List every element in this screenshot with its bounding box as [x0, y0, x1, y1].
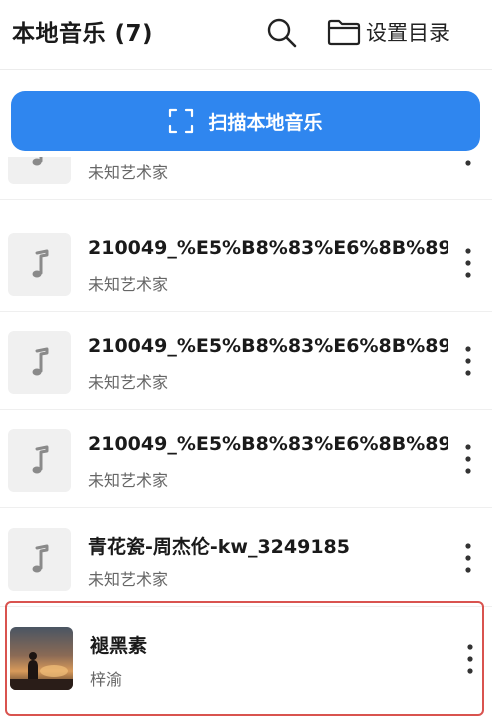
- music-note-icon: [32, 544, 49, 573]
- album-cover-image: [10, 627, 73, 690]
- more-options-button[interactable]: [455, 639, 485, 679]
- song-artist: 未知艺术家: [88, 373, 169, 392]
- more-options-button[interactable]: [453, 243, 483, 283]
- top-bar: 本地音乐 (7) 设置目录: [0, 0, 492, 70]
- song-artist: 未知艺术家: [88, 471, 169, 490]
- song-title: 210049_%E5%B8%83%E6%8B%89...: [88, 335, 448, 357]
- more-options-button[interactable]: [453, 538, 483, 578]
- song-cover: [8, 429, 71, 492]
- music-note-icon: [32, 347, 49, 376]
- more-vertical-icon: [465, 346, 471, 376]
- song-list-item-selected[interactable]: 褪黑素 梓渝: [5, 601, 484, 716]
- song-artist: 未知艺术家: [88, 570, 169, 589]
- search-button[interactable]: [265, 16, 299, 50]
- more-vertical-icon: [465, 160, 471, 166]
- page-title: 本地音乐 (7): [12, 21, 154, 47]
- song-list-item[interactable]: 210049_%E5%B8%83%E6%8B%89... 未知艺术家: [0, 312, 492, 410]
- song-cover: [8, 157, 71, 184]
- set-directory-label: 设置目录: [366, 21, 450, 45]
- scan-icon: [169, 108, 194, 134]
- song-list[interactable]: 未知艺术家 210049_%E5%B8%83%E6%8B%89... 未知艺术家: [0, 157, 492, 722]
- music-note-icon: [32, 157, 43, 166]
- song-list-item[interactable]: 青花瓷-周杰伦-kw_3249185 未知艺术家: [0, 509, 492, 607]
- more-vertical-icon: [467, 644, 473, 674]
- music-note-icon: [32, 445, 49, 474]
- music-note-icon: [32, 249, 49, 278]
- scan-local-music-button[interactable]: 扫描本地音乐: [11, 91, 480, 151]
- more-vertical-icon: [465, 543, 471, 573]
- song-cover: [8, 331, 71, 394]
- song-title: 褪黑素: [90, 635, 148, 657]
- song-artist: 梓渝: [90, 670, 123, 689]
- album-art: [10, 627, 73, 690]
- song-cover: [8, 233, 71, 296]
- more-options-button[interactable]: [453, 439, 483, 479]
- song-list-item[interactable]: 未知艺术家: [0, 157, 492, 200]
- search-icon: [267, 18, 297, 48]
- song-list-item[interactable]: 210049_%E5%B8%83%E6%8B%89... 未知艺术家: [0, 214, 492, 312]
- more-vertical-icon: [465, 444, 471, 474]
- song-list-item[interactable]: 210049_%E5%B8%83%E6%8B%89... 未知艺术家: [0, 410, 492, 508]
- song-cover: [8, 528, 71, 591]
- more-vertical-icon: [465, 248, 471, 278]
- song-artist: 未知艺术家: [88, 163, 169, 182]
- more-options-button[interactable]: [453, 341, 483, 381]
- song-title: 210049_%E5%B8%83%E6%8B%89...: [88, 433, 448, 455]
- folder-icon: [327, 19, 361, 46]
- set-directory-button[interactable]: 设置目录: [327, 14, 450, 50]
- song-title: 210049_%E5%B8%83%E6%8B%89...: [88, 237, 448, 259]
- more-options-button[interactable]: [453, 157, 483, 171]
- scan-button-label: 扫描本地音乐: [208, 111, 323, 134]
- song-artist: 未知艺术家: [88, 275, 169, 294]
- song-title: 青花瓷-周杰伦-kw_3249185: [88, 536, 351, 558]
